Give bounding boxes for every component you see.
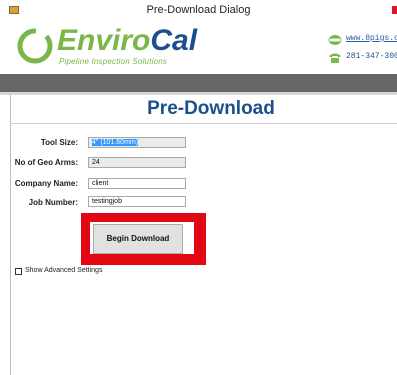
tool-size-value: 4" (101.60mm) bbox=[92, 139, 139, 146]
title-divider bbox=[10, 123, 397, 124]
company-name-label: Company Name: bbox=[14, 179, 78, 188]
phone-number: 281-347-3007 bbox=[346, 52, 397, 61]
logo-wordmark: EnviroCal bbox=[57, 25, 197, 57]
www-globe-icon bbox=[328, 35, 342, 45]
job-number-label: Job Number: bbox=[28, 198, 78, 207]
begin-download-button[interactable]: Begin Download bbox=[93, 224, 183, 254]
page-title: Pre-Download bbox=[147, 98, 275, 119]
company-name-value: client bbox=[92, 180, 109, 187]
enviro-cal-logo-ring bbox=[17, 28, 53, 64]
close-icon[interactable] bbox=[392, 6, 397, 14]
geo-arms-value: 24 bbox=[92, 159, 100, 166]
logo-cal: Cal bbox=[150, 24, 198, 57]
geo-arms-label: No of Geo Arms: bbox=[14, 158, 78, 167]
website-link[interactable]: www.8pigs.com bbox=[346, 34, 397, 43]
title-bar[interactable]: Pre-Download Dialog bbox=[0, 0, 397, 22]
advanced-settings-checkbox[interactable] bbox=[15, 268, 22, 275]
job-number-input[interactable]: testingjob bbox=[88, 196, 186, 207]
job-number-value: testingjob bbox=[92, 198, 122, 205]
tool-size-field[interactable]: 4" (101.60mm) bbox=[88, 137, 186, 148]
telephone-icon bbox=[329, 53, 341, 63]
header-bar bbox=[0, 74, 397, 92]
tool-size-label: Tool Size: bbox=[40, 138, 78, 147]
geo-arms-field[interactable]: 24 bbox=[88, 157, 186, 168]
company-name-input[interactable]: client bbox=[88, 178, 186, 189]
logo-tagline: Pipeline Inspection Solutions bbox=[59, 57, 168, 66]
window-title: Pre-Download Dialog bbox=[146, 4, 251, 16]
logo-enviro: Enviro bbox=[57, 24, 151, 57]
advanced-settings-label[interactable]: Show Advanced Settings bbox=[25, 267, 102, 274]
